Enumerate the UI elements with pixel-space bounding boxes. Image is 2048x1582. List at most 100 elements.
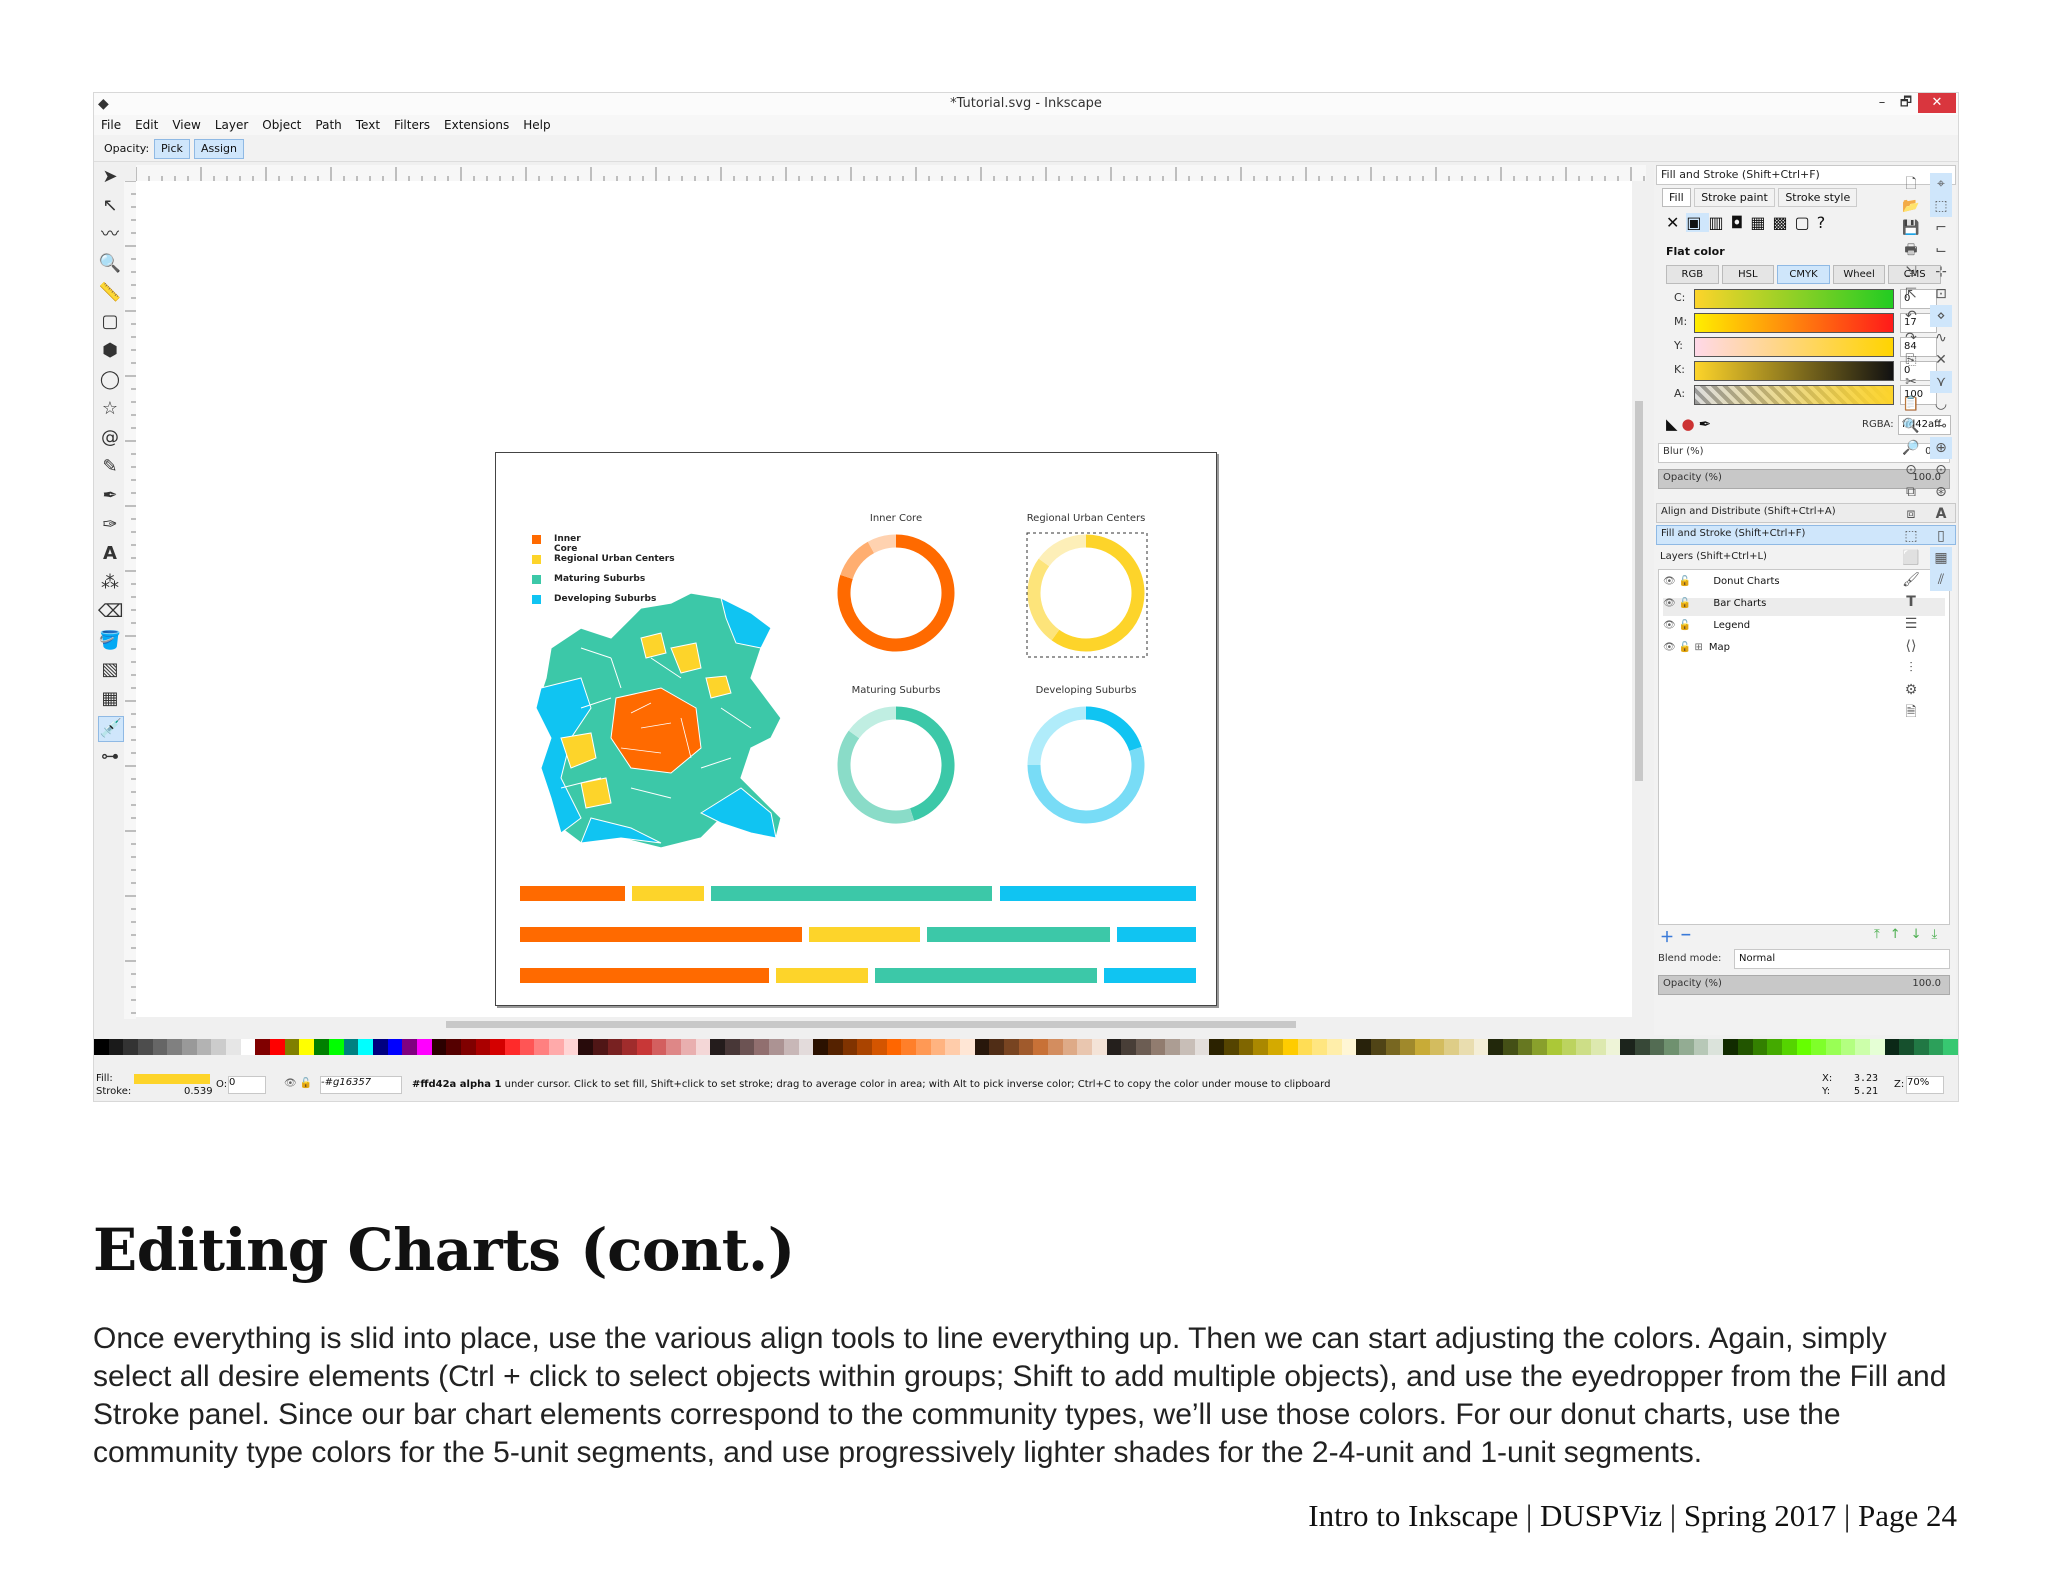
document-page[interactable]: Inner Core Regional Urban Centers Maturi…: [495, 452, 1217, 1006]
rectangle-tool-icon[interactable]: ▢: [98, 310, 122, 334]
menu-layer[interactable]: Layer: [215, 118, 248, 132]
palette-swatch[interactable]: [196, 1039, 212, 1055]
palette-swatch[interactable]: [138, 1039, 154, 1055]
palette-swatch[interactable]: [416, 1039, 433, 1055]
scroll-thumb[interactable]: [446, 1021, 1296, 1028]
palette-swatch[interactable]: [108, 1039, 124, 1055]
palette-swatch[interactable]: [1326, 1039, 1343, 1055]
print-icon[interactable]: 🖶: [1900, 239, 1922, 261]
donut-segment[interactable]: [1038, 534, 1087, 567]
unset-paint-icon[interactable]: ?: [1817, 213, 1833, 232]
snap-cusp-icon[interactable]: ⋎: [1930, 371, 1952, 393]
layers-icon[interactable]: ☰: [1900, 613, 1922, 635]
spray-tool-icon[interactable]: ⁂: [98, 571, 122, 595]
snap-bbox-edge-icon[interactable]: ⌐: [1930, 217, 1952, 239]
restore-button[interactable]: 🗗: [1894, 93, 1918, 113]
layer-opacity-field[interactable]: Opacity (%) 100.0: [1658, 975, 1950, 995]
palette-swatch[interactable]: [637, 1039, 653, 1055]
palette-swatch[interactable]: [1209, 1039, 1225, 1055]
palette-swatch[interactable]: [1649, 1039, 1665, 1055]
layer-move-icons[interactable]: ⤒↑↓⤓: [1874, 927, 1947, 942]
layer-name[interactable]: Legend: [1713, 620, 1750, 631]
palette-swatch[interactable]: [328, 1039, 344, 1055]
palette-swatch[interactable]: [1121, 1039, 1137, 1055]
palette-swatch[interactable]: [901, 1039, 917, 1055]
mode-hsl[interactable]: HSL: [1721, 265, 1775, 284]
bar-segment[interactable]: [520, 886, 625, 901]
palette-swatch[interactable]: [1547, 1039, 1563, 1055]
a-slider[interactable]: [1694, 385, 1894, 405]
duplicate-icon[interactable]: ⧉: [1900, 481, 1922, 503]
tweak-tool-icon[interactable]: 〰: [98, 223, 122, 247]
current-layer-select[interactable]: -#g16357: [320, 1076, 402, 1094]
menu-path[interactable]: Path: [315, 118, 341, 132]
new-document-icon[interactable]: 🗋: [1900, 173, 1922, 195]
palette-swatch[interactable]: [1928, 1039, 1944, 1055]
zoom-selection-icon[interactable]: 🔍: [1900, 415, 1922, 437]
menu-help[interactable]: Help: [523, 118, 550, 132]
layer-visibility-icon[interactable]: 👁 🔓: [284, 1078, 312, 1089]
palette-swatch[interactable]: [1825, 1039, 1842, 1055]
align-icon[interactable]: ⫶: [1900, 657, 1922, 679]
palette-swatch[interactable]: [1708, 1039, 1724, 1055]
scroll-thumb[interactable]: [1635, 401, 1643, 781]
palette-swatch[interactable]: [857, 1039, 873, 1055]
palette-swatch[interactable]: [431, 1039, 447, 1055]
palette-swatch[interactable]: [519, 1039, 535, 1055]
palette-swatch[interactable]: [1458, 1039, 1475, 1055]
mesh-tool-icon[interactable]: ▦: [98, 687, 122, 711]
palette-swatch[interactable]: [1444, 1039, 1460, 1055]
tab-stroke-paint[interactable]: Stroke paint: [1694, 188, 1775, 207]
palette-swatch[interactable]: [1268, 1039, 1284, 1055]
text-tool-icon[interactable]: A: [98, 542, 122, 566]
bar-segment[interactable]: [710, 886, 993, 901]
palette-swatch[interactable]: [1253, 1039, 1269, 1055]
palette-swatch[interactable]: [1414, 1039, 1431, 1055]
palette-swatch[interactable]: [710, 1039, 726, 1055]
palette-swatch[interactable]: [1048, 1039, 1064, 1055]
palette-swatch[interactable]: [1194, 1039, 1210, 1055]
palette-swatch[interactable]: [1165, 1039, 1181, 1055]
palette-swatch[interactable]: [1517, 1039, 1533, 1055]
palette-swatch[interactable]: [1400, 1039, 1416, 1055]
snap-rotation-center-icon[interactable]: ⊛: [1930, 481, 1952, 503]
palette-swatch[interactable]: [182, 1039, 198, 1055]
palette-swatch[interactable]: [827, 1039, 844, 1055]
menu-file[interactable]: File: [101, 118, 121, 132]
mode-cmyk[interactable]: CMYK: [1777, 265, 1830, 284]
palette-swatch[interactable]: [1635, 1039, 1651, 1055]
paste-icon[interactable]: 📋: [1900, 393, 1922, 415]
donut-segment[interactable]: [867, 534, 897, 554]
palette-swatch[interactable]: [1811, 1039, 1827, 1055]
palette-swatch[interactable]: [593, 1039, 609, 1055]
palette-swatch[interactable]: [548, 1039, 565, 1055]
pick-button[interactable]: Pick: [154, 139, 190, 159]
document-properties-icon[interactable]: 🗎: [1900, 701, 1922, 723]
bar-segment[interactable]: [520, 927, 802, 942]
donut-segment[interactable]: [840, 541, 875, 580]
palette-swatch[interactable]: [974, 1039, 990, 1055]
layer-name[interactable]: Donut Charts: [1713, 576, 1779, 587]
palette-swatch[interactable]: [1781, 1039, 1798, 1055]
snap-toggle-icon[interactable]: ⌖: [1930, 173, 1952, 195]
zoom-input[interactable]: 70%: [1906, 1076, 1944, 1094]
layer-name[interactable]: Bar Charts: [1713, 598, 1766, 609]
bar-segment[interactable]: [1104, 968, 1196, 983]
selector-tool-icon[interactable]: ➤: [98, 165, 122, 189]
tab-stroke-style[interactable]: Stroke style: [1778, 188, 1858, 207]
donut-segment[interactable]: [837, 730, 915, 824]
menu-extensions[interactable]: Extensions: [444, 118, 509, 132]
redo-icon[interactable]: ↷: [1900, 327, 1922, 349]
mesh-gradient-icon[interactable]: ▦: [1750, 213, 1772, 232]
palette-swatch[interactable]: [490, 1039, 506, 1055]
palette-swatch[interactable]: [945, 1039, 961, 1055]
palette-swatch[interactable]: [504, 1039, 521, 1055]
swatch-icon[interactable]: ▢: [1795, 213, 1817, 232]
palette-swatch[interactable]: [1356, 1039, 1372, 1055]
palette-swatch[interactable]: [578, 1039, 594, 1055]
palette-swatch[interactable]: [563, 1039, 579, 1055]
eyedropper-icon[interactable]: ✒: [1699, 415, 1716, 433]
k-slider[interactable]: [1694, 361, 1894, 381]
palette-swatch[interactable]: [1312, 1039, 1328, 1055]
mode-rgb[interactable]: RGB: [1666, 265, 1719, 284]
